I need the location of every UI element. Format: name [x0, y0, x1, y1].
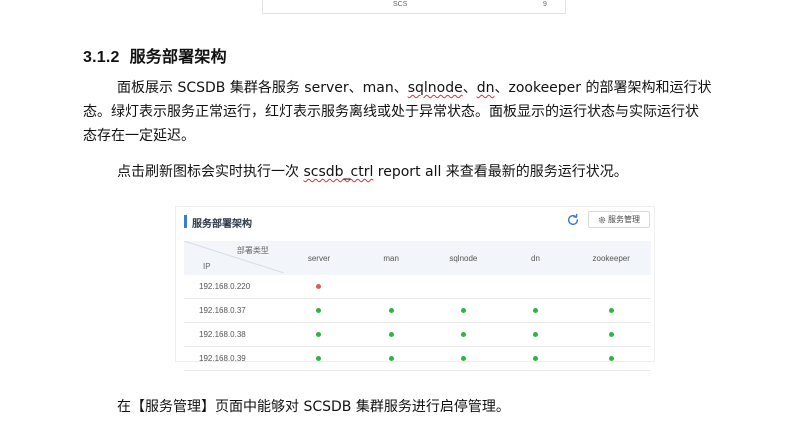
status-cell: [282, 346, 356, 371]
status-cell: [282, 298, 356, 323]
panel-title: 服务部署架构: [192, 219, 252, 230]
status-cell: [499, 275, 572, 299]
status-green-dot: [608, 332, 614, 338]
status-green-dot: [533, 332, 538, 338]
status-cell: [499, 322, 572, 347]
status-cell: [499, 346, 572, 371]
status-cell: [427, 298, 500, 323]
status-cell: [499, 298, 572, 323]
paragraph-line: 面板展示 SCSDB 集群各服务 server、man、sqlnode、dn、z…: [117, 80, 712, 96]
service-management-label: 服务管理: [608, 215, 640, 224]
status-cell: [571, 275, 651, 299]
status-green-dot: [608, 356, 614, 362]
table-cell: 9: [543, 1, 547, 8]
column-header-zookeeper: zookeeper: [571, 241, 651, 275]
paragraph-refresh: 点击刷新图标会实时执行一次 scsdb_ctrl report all 来查看最…: [83, 160, 733, 184]
table-row: 192.168.0.37: [184, 298, 651, 323]
column-header-sqlnode: sqlnode: [427, 241, 500, 275]
status-green-dot: [460, 308, 466, 314]
table-header-row: 部署类型 IP server man sqlnode dn zookeeper: [184, 241, 651, 275]
status-green-dot: [316, 308, 322, 314]
paragraph-line: 态存在一定延迟。: [83, 128, 195, 144]
refresh-icon[interactable]: [566, 213, 580, 227]
table-row: 192.168.0.220: [184, 275, 651, 299]
status-cell: [355, 346, 428, 371]
service-management-button[interactable]: 服务管理: [588, 211, 650, 228]
paragraph-line: 点击刷新图标会实时执行一次 scsdb_ctrl report all 来查看最…: [117, 164, 628, 180]
table-body: 192.168.0.220 192.168.0.37 192.168.0.38 192…: [184, 275, 651, 371]
paragraph-line: 态。绿灯表示服务正常运行，红灯表示服务离线或处于异常状态。面板显示的运行状态与实…: [83, 104, 699, 120]
status-cell: [427, 346, 500, 371]
status-red-dot: [316, 284, 322, 290]
ip-cell: 192.168.0.37: [184, 298, 283, 323]
status-cell: [427, 322, 500, 347]
status-cell: [571, 298, 651, 323]
panel-header: 服务部署架构 服务管理: [176, 207, 654, 237]
table-row: 192.168.0.38: [184, 322, 651, 347]
header-ip: IP: [203, 262, 211, 271]
diagonal-header-cell: 部署类型 IP: [184, 241, 284, 275]
section-heading: 3.1.2 服务部署架构: [83, 43, 227, 67]
status-green-dot: [608, 308, 614, 314]
status-green-dot: [388, 308, 394, 314]
status-green-dot: [533, 356, 538, 362]
ip-cell: 192.168.0.39: [184, 346, 283, 371]
status-cell: [571, 346, 651, 371]
table-cell: SCS: [393, 1, 408, 8]
paragraph-line: 在【服务管理】页面中能够对 SCSDB 集群服务进行启停管理。: [117, 399, 510, 415]
status-green-dot: [388, 356, 394, 362]
paragraph-description: 面板展示 SCSDB 集群各服务 server、man、sqlnode、dn、z…: [83, 76, 733, 148]
column-header-server: server: [282, 241, 356, 275]
column-header-man: man: [355, 241, 428, 275]
column-header-dn: dn: [499, 241, 572, 275]
status-green-dot: [533, 308, 538, 314]
status-cell: [355, 298, 428, 323]
service-status-table: 部署类型 IP server man sqlnode dn zookeeper …: [184, 241, 651, 371]
status-green-dot: [316, 332, 322, 338]
status-cell: [571, 322, 651, 347]
ip-cell: 192.168.0.38: [184, 322, 283, 347]
status-cell: [282, 275, 356, 299]
service-deployment-panel: 服务部署架构 服务管理 部署类型 IP server man sqlnode d…: [175, 206, 655, 371]
header-deploy-type: 部署类型: [236, 246, 269, 255]
diagonal-divider: [184, 241, 284, 273]
paragraph-management: 在【服务管理】页面中能够对 SCSDB 集群服务进行启停管理。: [83, 395, 733, 419]
status-green-dot: [460, 356, 466, 362]
status-cell: [427, 275, 500, 299]
status-green-dot: [388, 332, 394, 338]
status-cell: [355, 275, 428, 299]
gear-icon: [598, 216, 606, 223]
status-green-dot: [316, 356, 322, 362]
title-accent-bar: [184, 215, 187, 228]
ip-cell: 192.168.0.220: [184, 275, 283, 299]
section-number: 3.1.2: [83, 49, 120, 66]
previous-table-fragment: SCS 9: [262, 0, 566, 14]
section-title: 服务部署架构: [129, 47, 227, 66]
status-cell: [355, 322, 428, 347]
status-cell: [282, 322, 356, 347]
status-green-dot: [460, 332, 466, 338]
table-row: 192.168.0.39: [184, 346, 651, 371]
